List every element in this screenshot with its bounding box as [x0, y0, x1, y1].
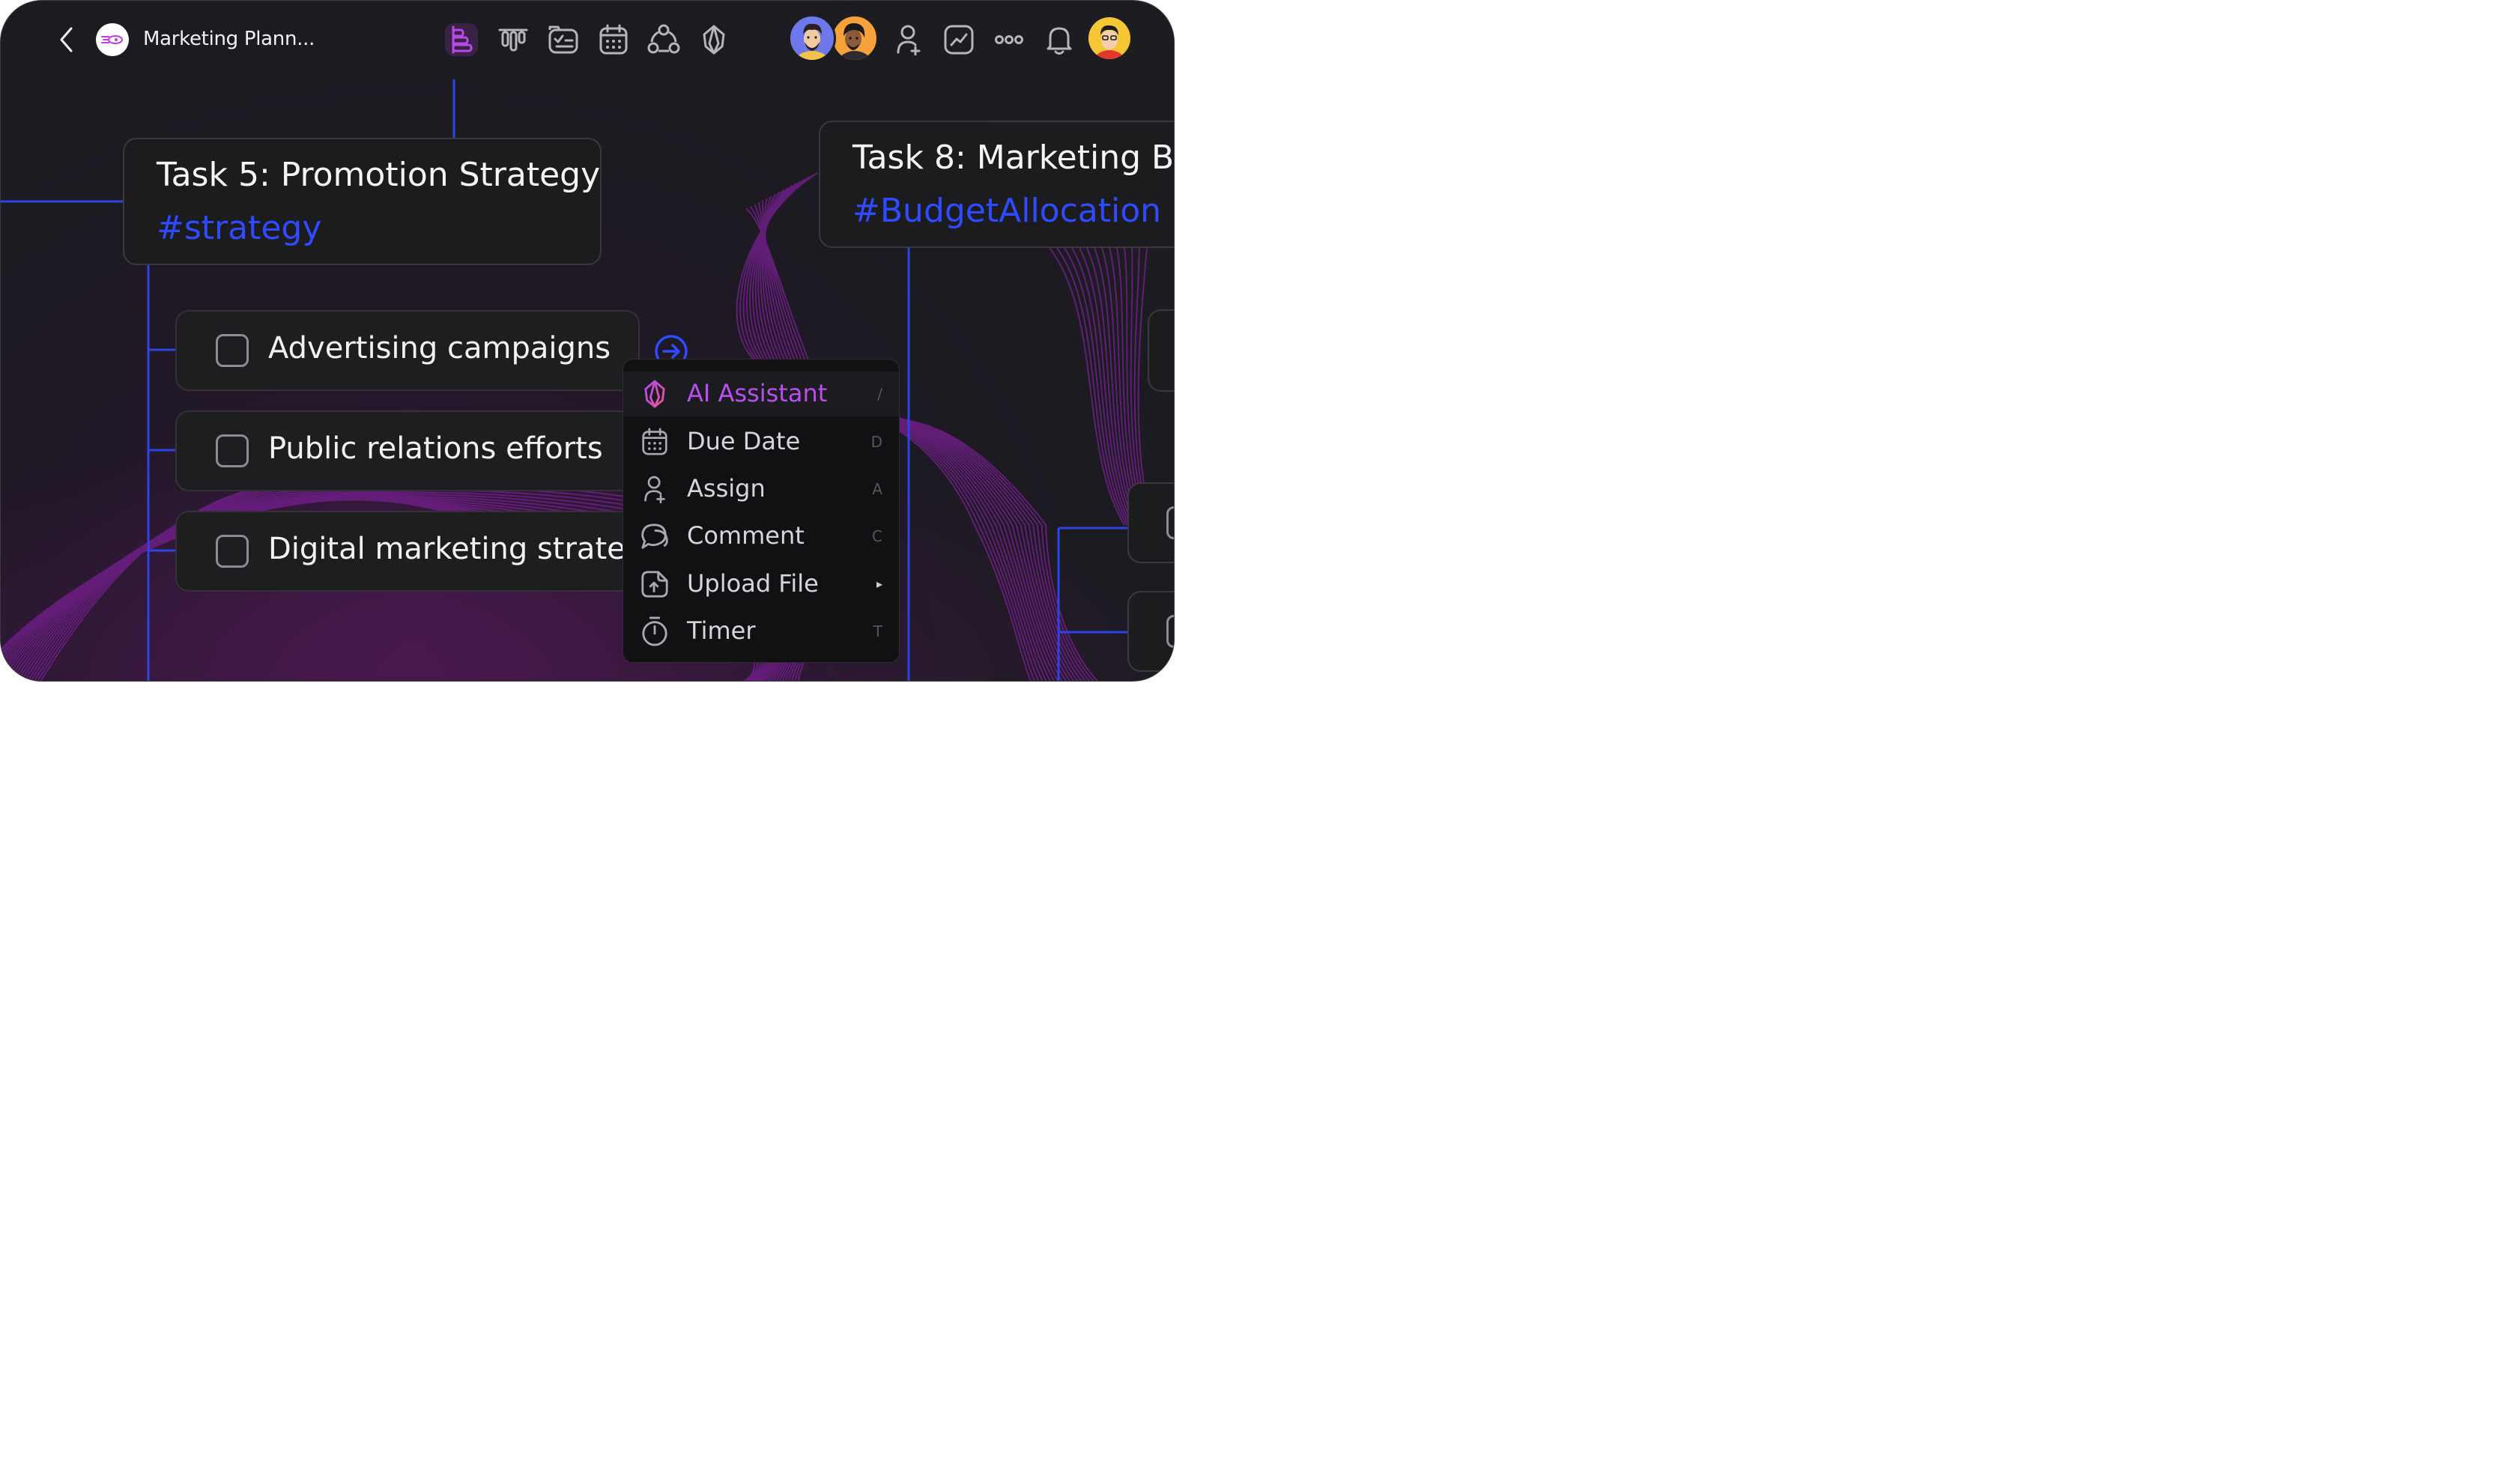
avatar-illustration	[796, 23, 829, 60]
assign-user-icon	[640, 474, 670, 504]
shortcut-key: T	[873, 622, 882, 640]
board-icon	[498, 28, 528, 52]
collaborator-avatar-1[interactable]	[788, 14, 836, 62]
subtask-label: Public relations efforts	[268, 431, 603, 466]
notifications-button[interactable]	[1043, 23, 1076, 56]
add-user-icon	[897, 25, 921, 55]
checklist-icon	[548, 25, 578, 54]
board-view-button[interactable]	[497, 23, 530, 56]
chevron-left-icon	[60, 27, 73, 52]
mindmap-view-button[interactable]	[647, 23, 680, 56]
subtask-row[interactable]: Advertising campaigns	[175, 310, 640, 391]
subtask-row[interactable]: Public relations efforts	[175, 410, 640, 491]
subtask-checkbox[interactable]	[216, 334, 249, 367]
subtask-label: Advertising campaigns	[268, 331, 611, 366]
calendar-view-button[interactable]	[597, 23, 630, 56]
project-logo	[96, 23, 129, 56]
app-window: Marketing Plann... Task 5: Promotion Str…	[0, 0, 1175, 682]
ai-icon	[703, 25, 725, 55]
menu-item-upload-file[interactable]: Upload File ▸	[623, 562, 899, 607]
avatar-illustration	[1094, 25, 1124, 59]
menu-item-label: Assign	[687, 474, 766, 503]
page-title: Marketing Plann...	[143, 28, 315, 50]
add-user-button[interactable]	[892, 23, 925, 56]
menu-item-label: Timer	[687, 616, 756, 645]
menu-item-label: AI Assistant	[687, 379, 828, 407]
rocket-icon	[101, 35, 123, 44]
avatar-illustration	[838, 22, 871, 60]
task-card-task8[interactable]: Task 8: Marketing Bud #BudgetAllocation	[819, 121, 1175, 248]
task-card-partial[interactable]	[1127, 591, 1174, 672]
back-button[interactable]	[53, 23, 80, 56]
task-tag[interactable]: #strategy	[157, 209, 321, 247]
user-avatar[interactable]	[1088, 17, 1130, 59]
checkbox[interactable]	[1166, 506, 1174, 539]
calendar-icon	[599, 24, 628, 55]
menu-item-timer[interactable]: Timer T	[623, 609, 899, 654]
upload-file-icon	[640, 569, 670, 599]
checkbox[interactable]	[1166, 615, 1174, 648]
submenu-arrow: ▸	[876, 577, 882, 591]
task-title: Task 8: Marketing Bud	[852, 139, 1175, 177]
shortcut-key: C	[872, 527, 882, 545]
task-title: Task 5: Promotion Strategy	[157, 156, 601, 194]
subtask-row[interactable]: Digital marketing strateg	[175, 511, 640, 592]
more-button[interactable]	[993, 23, 1026, 56]
context-menu: AI Assistant / Due Date D Assign A Comme…	[623, 359, 900, 663]
menu-item-due-date[interactable]: Due Date D	[623, 419, 899, 464]
shortcut-key: D	[870, 433, 882, 451]
list-view-button[interactable]	[547, 23, 580, 56]
menu-item-comment[interactable]: Comment C	[623, 514, 899, 559]
activity-button[interactable]	[942, 23, 975, 56]
menu-item-label: Comment	[687, 521, 805, 550]
ai-icon	[640, 379, 670, 409]
menu-item-label: Due Date	[687, 427, 801, 455]
subtask-label: Digital marketing strateg	[268, 532, 640, 566]
gantt-icon	[452, 25, 473, 54]
menu-item-assign[interactable]: Assign A	[623, 467, 899, 512]
timer-icon	[640, 616, 670, 646]
gantt-view-button[interactable]	[445, 23, 478, 56]
ai-view-button[interactable]	[697, 23, 730, 56]
menu-item-ai-assistant[interactable]: AI Assistant /	[623, 371, 899, 416]
task-card-partial[interactable]	[1148, 309, 1174, 392]
activity-icon	[944, 25, 974, 55]
comment-icon	[640, 521, 670, 551]
collaborator-avatar-2[interactable]	[831, 14, 879, 62]
mindmap-icon	[647, 24, 680, 54]
task-tag[interactable]: #BudgetAllocation	[852, 192, 1161, 230]
bell-icon	[1047, 27, 1072, 55]
more-icon	[995, 35, 1023, 44]
menu-item-label: Upload File	[687, 569, 819, 598]
shortcut-key: A	[872, 480, 882, 498]
subtask-checkbox[interactable]	[216, 434, 249, 467]
calendar-icon	[640, 427, 670, 457]
subtask-checkbox[interactable]	[216, 535, 249, 568]
task-card-task5[interactable]: Task 5: Promotion Strategy #strategy	[123, 138, 602, 265]
task-card-partial[interactable]	[1127, 482, 1174, 563]
shortcut-key: /	[877, 385, 882, 403]
top-bar: Marketing Plann...	[1, 1, 1174, 79]
